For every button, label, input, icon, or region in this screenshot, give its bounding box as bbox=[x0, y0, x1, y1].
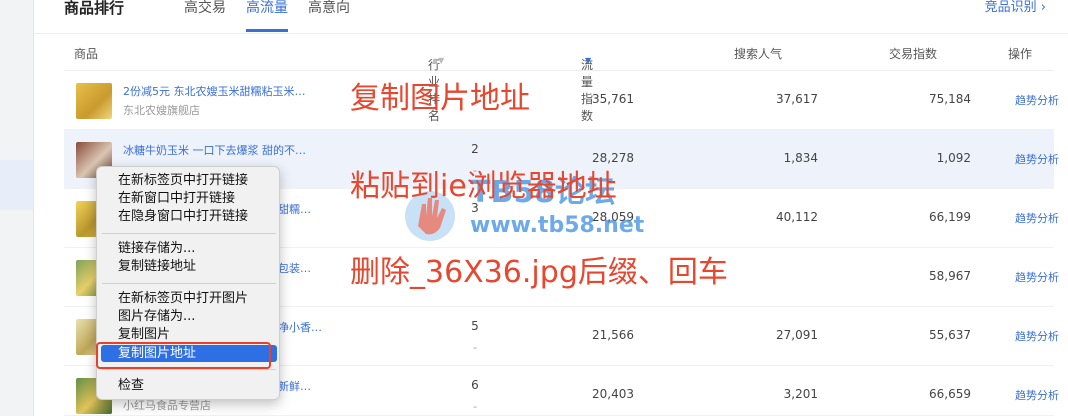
highlight-box bbox=[96, 342, 271, 369]
col-search-popularity: 搜索人气 bbox=[734, 47, 783, 61]
industry-rank: 6 bbox=[471, 378, 479, 392]
col-action: 操作 bbox=[1008, 47, 1033, 61]
industry-rank: 2 bbox=[471, 142, 479, 156]
menu-copy-image[interactable]: 复制图片 bbox=[101, 326, 277, 343]
trade-index: 1,092 bbox=[936, 151, 971, 165]
product-name-link[interactable]: 甜糯… bbox=[278, 201, 311, 217]
product-name-link[interactable]: 冰糖牛奶玉米 一口下去爆浆 甜的不… bbox=[123, 142, 306, 158]
rank-change: - bbox=[473, 400, 477, 413]
menu-save-image-as[interactable]: 图片存储为... bbox=[101, 308, 277, 325]
product-name-link[interactable]: 净小香… bbox=[278, 319, 322, 335]
tab-high-intent[interactable]: 高意向 bbox=[308, 0, 350, 16]
search-popularity: 27,091 bbox=[776, 328, 818, 342]
menu-divider bbox=[102, 283, 276, 284]
trend-analysis-link[interactable]: 趋势分析 bbox=[1015, 151, 1059, 167]
tab-high-trade[interactable]: 高交易 bbox=[184, 0, 226, 16]
table-row: 2份减5元 东北农嫂玉米甜糯粘玉米… 东北农嫂旗舰店 35,761 37,617… bbox=[64, 71, 1059, 130]
traffic-index: 35,761 bbox=[592, 92, 634, 106]
trend-analysis-link[interactable]: 趋势分析 bbox=[1015, 210, 1059, 226]
search-popularity: 37,617 bbox=[776, 92, 818, 106]
menu-copy-link-address[interactable]: 复制链接地址 bbox=[101, 258, 277, 275]
active-tab-indicator bbox=[246, 29, 288, 32]
menu-divider bbox=[102, 369, 276, 370]
competitor-identify-link[interactable]: 竞品识别 › bbox=[985, 0, 1046, 16]
traffic-index: 21,566 bbox=[592, 328, 634, 342]
shop-name: 东北农嫂旗舰店 bbox=[123, 104, 200, 117]
menu-open-link-new-window[interactable]: 在新窗口中打开链接 bbox=[101, 190, 277, 207]
search-popularity: 1,834 bbox=[783, 151, 818, 165]
search-popularity: 3,201 bbox=[783, 387, 818, 401]
rank-change: - bbox=[473, 341, 477, 354]
annotation-step-2: 粘贴到ie浏览器地址 bbox=[350, 169, 617, 204]
menu-open-link-new-tab[interactable]: 在新标签页中打开链接 bbox=[101, 172, 277, 189]
panel-title: 商品排行 bbox=[64, 0, 125, 17]
traffic-index: 20,403 bbox=[592, 387, 634, 401]
menu-divider bbox=[102, 233, 276, 234]
menu-open-link-incognito[interactable]: 在隐身窗口中打开链接 bbox=[101, 208, 277, 225]
table-header: 商品 行业排名 ▲▼ 流量指数 ▼ 搜索人气 交易指数 操作 bbox=[64, 34, 1054, 123]
sort-desc-icon: ▼ bbox=[585, 56, 592, 65]
search-popularity: 40,112 bbox=[776, 210, 818, 224]
industry-rank: 5 bbox=[471, 319, 479, 333]
watermark-url: www.tb58.net bbox=[470, 213, 645, 238]
menu-open-image-new-tab[interactable]: 在新标签页中打开图片 bbox=[101, 290, 277, 307]
sort-icon: ▲▼ bbox=[432, 56, 445, 65]
panel-header: 商品排行 高交易 高流量 高意向 竞品识别 › bbox=[34, 0, 1068, 34]
sidebar-selected-item[interactable] bbox=[0, 160, 33, 210]
trade-index: 55,637 bbox=[929, 328, 971, 342]
left-sidebar bbox=[0, 0, 34, 416]
trade-index: 66,199 bbox=[929, 210, 971, 224]
product-name-link[interactable]: 2份减5元 东北农嫂玉米甜糯粘玉米… bbox=[123, 83, 306, 99]
product-name-link[interactable]: 新鲜… bbox=[278, 378, 311, 394]
trend-analysis-link[interactable]: 趋势分析 bbox=[1015, 269, 1059, 285]
tab-high-traffic[interactable]: 高流量 bbox=[246, 0, 288, 16]
annotation-step-3: 删除_36X36.jpg后缀、回车 bbox=[350, 255, 728, 290]
traffic-index: 28,278 bbox=[592, 151, 634, 165]
product-thumbnail[interactable] bbox=[76, 83, 112, 119]
trade-index: 75,184 bbox=[929, 92, 971, 106]
product-name-link[interactable]: 包装… bbox=[278, 260, 311, 276]
trade-index: 66,659 bbox=[929, 387, 971, 401]
col-trade-index: 交易指数 bbox=[889, 47, 938, 61]
menu-save-link-as[interactable]: 链接存储为... bbox=[101, 240, 277, 257]
trade-index: 58,967 bbox=[929, 269, 971, 283]
col-product: 商品 bbox=[74, 47, 99, 61]
trend-analysis-link[interactable]: 趋势分析 bbox=[1015, 92, 1059, 108]
annotation-step-1: 复制图片地址 bbox=[350, 81, 530, 116]
menu-inspect[interactable]: 检查 bbox=[101, 377, 277, 394]
trend-analysis-link[interactable]: 趋势分析 bbox=[1015, 328, 1059, 344]
trend-analysis-link[interactable]: 趋势分析 bbox=[1015, 387, 1059, 403]
